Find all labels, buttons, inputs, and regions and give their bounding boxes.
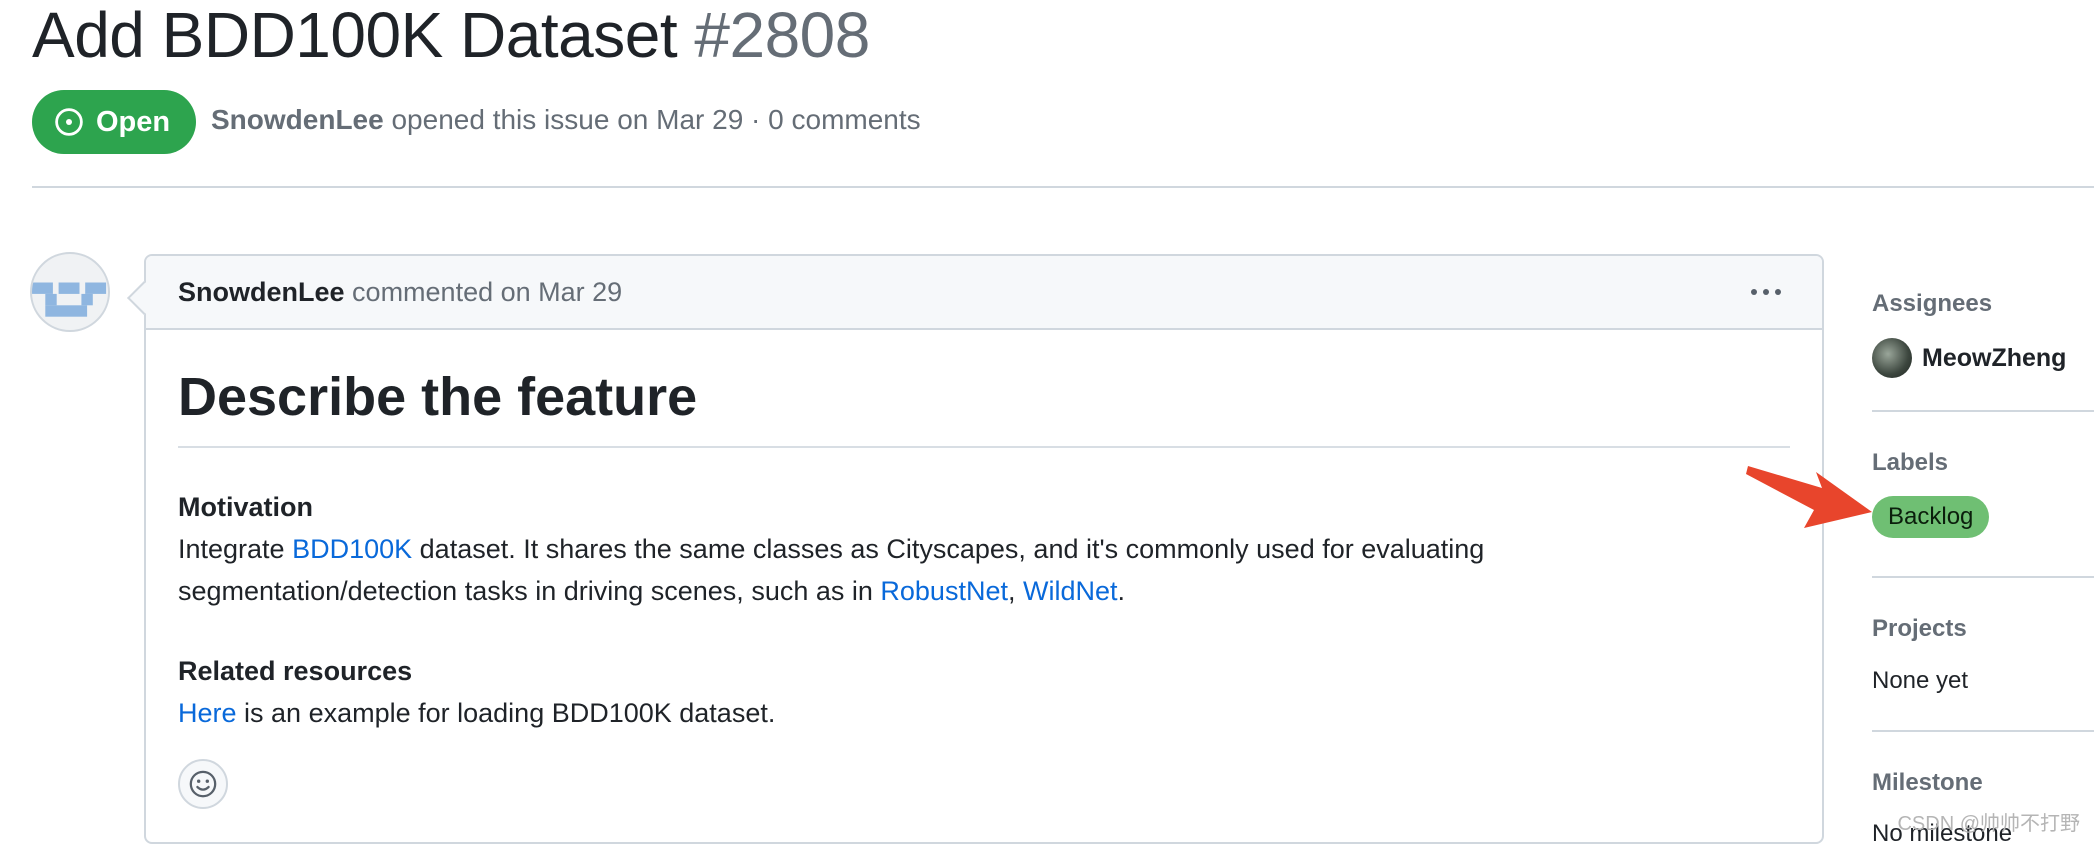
issue-title-text: Add BDD100K Dataset bbox=[32, 0, 678, 71]
issue-title: Add BDD100K Dataset #2808 bbox=[32, 0, 870, 72]
motivation-line-1: Integrate BDD100K dataset. It shares the… bbox=[178, 528, 1790, 570]
comment-body: Describe the feature Motivation Integrat… bbox=[146, 330, 1822, 734]
sidebar-divider bbox=[1872, 730, 2094, 732]
comment-heading: Describe the feature bbox=[178, 330, 1790, 448]
comment-author-avatar[interactable] bbox=[30, 252, 110, 332]
text-segment: segmentation/detection tasks in driving … bbox=[178, 576, 881, 606]
bdd100k-link[interactable]: BDD100K bbox=[292, 534, 412, 564]
projects-title[interactable]: Projects bbox=[1872, 615, 1967, 643]
identicon bbox=[32, 282, 107, 317]
smiley-icon bbox=[189, 770, 217, 798]
comment-author-line: SnowdenLee commented on Mar 29 bbox=[178, 277, 622, 308]
issue-comment: SnowdenLee commented on Mar 29 Describe … bbox=[144, 254, 1824, 844]
sidebar-divider bbox=[1872, 410, 2094, 412]
issue-author-link[interactable]: SnowdenLee bbox=[211, 104, 384, 135]
milestone-title[interactable]: Milestone bbox=[1872, 769, 1983, 797]
motivation-line-2: segmentation/detection tasks in driving … bbox=[178, 570, 1790, 612]
motivation-section: Motivation Integrate BDD100K dataset. It… bbox=[178, 486, 1790, 612]
assignee-item[interactable]: MeowZheng bbox=[1872, 338, 2066, 378]
sidebar-divider bbox=[1872, 576, 2094, 578]
motivation-title: Motivation bbox=[178, 492, 313, 522]
text-segment: is an example for loading BDD100K datase… bbox=[236, 698, 776, 728]
wildnet-link[interactable]: WildNet bbox=[1023, 576, 1118, 606]
issue-state-badge: Open bbox=[32, 90, 197, 154]
labels-title[interactable]: Labels bbox=[1872, 449, 1948, 477]
assignee-avatar bbox=[1872, 338, 1912, 378]
text-segment: dataset. It shares the same classes as C… bbox=[412, 534, 1485, 564]
add-reaction-button[interactable] bbox=[178, 759, 228, 809]
related-section: Related resources Here is an example for… bbox=[178, 650, 1790, 734]
comment-action: commented on Mar 29 bbox=[352, 276, 623, 307]
watermark: CSDN @帅帅不打野 bbox=[1897, 813, 2080, 835]
assignees-title[interactable]: Assignees bbox=[1872, 290, 1992, 318]
issue-state-label: Open bbox=[96, 105, 171, 138]
assignee-name[interactable]: MeowZheng bbox=[1922, 344, 2066, 373]
issue-opened-icon bbox=[55, 108, 83, 136]
text-segment: Integrate bbox=[178, 534, 293, 564]
comment-author-link[interactable]: SnowdenLee bbox=[178, 277, 345, 307]
text-segment: . bbox=[1117, 576, 1126, 606]
comment-header: SnowdenLee commented on Mar 29 bbox=[146, 256, 1822, 330]
kebab-horizontal-icon[interactable] bbox=[1746, 280, 1786, 304]
annotation-arrow bbox=[1746, 466, 1872, 528]
issue-number: #2808 bbox=[694, 0, 870, 71]
related-line: Here is an example for loading BDD100K d… bbox=[178, 692, 1790, 734]
issue-meta-text: opened this issue on Mar 29 · 0 comments bbox=[391, 104, 921, 135]
label-backlog[interactable]: Backlog bbox=[1872, 496, 1990, 538]
projects-value: None yet bbox=[1872, 667, 1969, 694]
text-segment: , bbox=[1007, 576, 1023, 606]
here-link[interactable]: Here bbox=[178, 698, 237, 728]
issue-meta: SnowdenLee opened this issue on Mar 29 ·… bbox=[211, 104, 921, 136]
header-divider bbox=[32, 186, 2094, 188]
robustnet-link[interactable]: RobustNet bbox=[880, 576, 1008, 606]
related-title: Related resources bbox=[178, 656, 413, 686]
